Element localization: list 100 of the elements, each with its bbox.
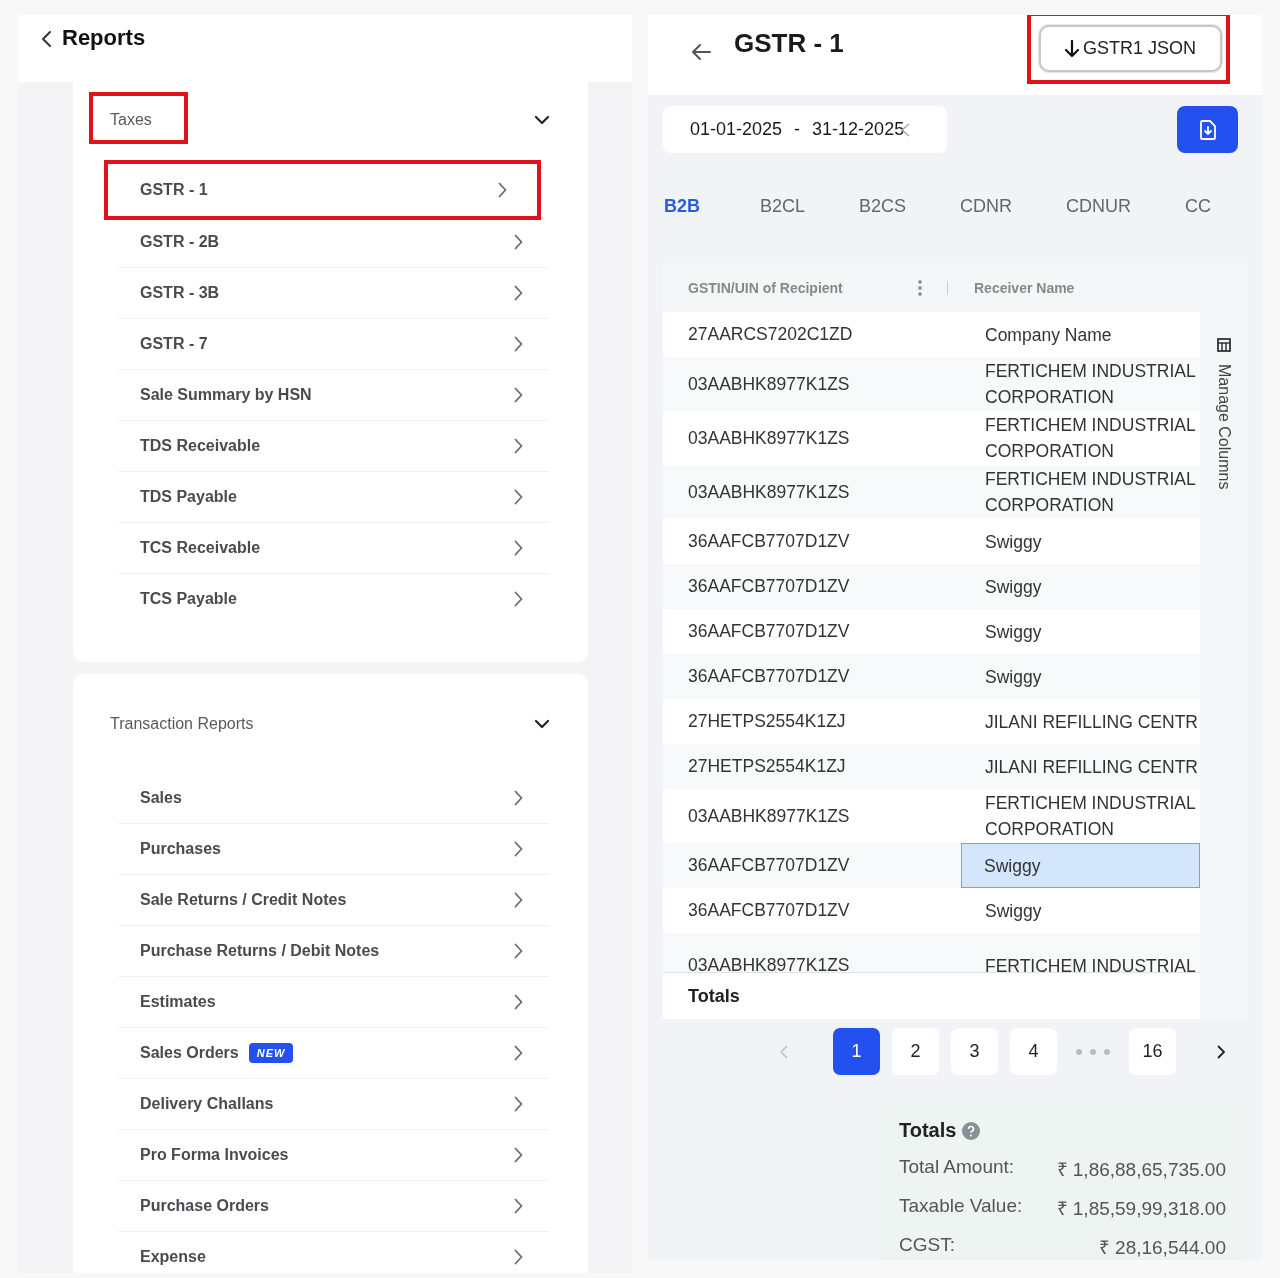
table-cell[interactable]: FERTICHEM INDUSTRIAL CORPORATION xyxy=(961,465,1200,519)
download-json-button[interactable]: GSTR1 JSON xyxy=(1038,25,1222,72)
table-cell[interactable]: FERTICHEM INDUSTRIAL CORPORATION xyxy=(961,789,1200,843)
help-icon[interactable] xyxy=(962,1121,981,1140)
table-cell[interactable]: Swiggy xyxy=(961,654,1200,699)
table-cell[interactable]: FERTICHEM INDUSTRIAL xyxy=(961,939,1200,972)
report-item[interactable]: GSTR - 3B xyxy=(118,268,549,319)
page-button[interactable]: 4 xyxy=(1010,1028,1057,1075)
table-cell-text: 36AAFCB7707D1ZV xyxy=(687,531,851,552)
table-cell-text: 36AAFCB7707D1ZV xyxy=(687,576,851,597)
totals-label: Totals xyxy=(688,985,740,1007)
table-cell-text: 36AAFCB7707D1ZV xyxy=(687,855,851,876)
page-button[interactable]: 16 xyxy=(1129,1028,1176,1075)
chevron-right-icon xyxy=(514,943,523,959)
chevron-right-icon xyxy=(514,336,523,352)
chevron-right-icon xyxy=(514,1096,523,1112)
table-cell[interactable]: FERTICHEM INDUSTRIAL CORPORATION xyxy=(961,411,1200,465)
tab[interactable]: B2B xyxy=(664,196,700,217)
report-item[interactable]: Sale Returns / Credit Notes xyxy=(118,875,549,926)
table-cell[interactable]: FERTICHEM INDUSTRIAL CORPORATION xyxy=(961,357,1200,411)
total-label: Taxable Value: xyxy=(899,1195,1023,1218)
table-cell-text: 03AABHK8977K1ZS xyxy=(687,955,851,972)
chevron-right-icon xyxy=(514,234,523,250)
report-item[interactable]: Purchase Orders xyxy=(118,1181,549,1232)
report-item[interactable]: Purchases xyxy=(118,824,549,875)
chevron-right-icon xyxy=(514,1198,523,1214)
tab[interactable]: B2CL xyxy=(760,196,806,217)
next-page-icon[interactable] xyxy=(1216,1043,1226,1060)
column-header: Receiver Name xyxy=(974,279,1075,296)
table-cell-text: 36AAFCB7707D1ZV xyxy=(687,666,851,687)
report-item[interactable]: Estimates xyxy=(118,977,549,1028)
report-item[interactable]: GSTR - 1 xyxy=(104,160,541,220)
tab[interactable]: CC xyxy=(1185,196,1212,217)
date-range-field[interactable]: 01-01-2025 - 31-12-2025 xyxy=(663,106,947,153)
report-item[interactable]: Pro Forma Invoices xyxy=(118,1130,549,1181)
more-vertical-icon[interactable] xyxy=(918,279,922,296)
totals-title: Totals xyxy=(899,1119,957,1142)
tab[interactable]: CDNR xyxy=(960,196,1013,217)
chevron-down-icon[interactable] xyxy=(534,115,550,125)
report-item[interactable]: TCS Receivable xyxy=(118,523,549,574)
total-label: Total Amount: xyxy=(899,1156,1015,1179)
back-arrow-icon[interactable] xyxy=(690,43,712,61)
chevron-down-icon[interactable] xyxy=(534,719,550,729)
report-item[interactable]: TCS Payable xyxy=(118,574,549,624)
table-cell-text: 03AABHK8977K1ZS xyxy=(687,373,851,395)
section-title[interactable]: Taxes xyxy=(110,111,152,129)
chevron-right-icon xyxy=(514,285,523,301)
total-value: ₹ 1,86,88,65,735.00 xyxy=(1056,1158,1226,1182)
chevron-right-icon xyxy=(514,1045,523,1061)
chevron-right-icon xyxy=(498,182,507,198)
tab[interactable]: B2CS xyxy=(859,196,907,217)
table-cell-text: 36AAFCB7707D1ZV xyxy=(687,621,851,642)
report-item[interactable]: Sale Summary by HSN xyxy=(118,370,549,421)
table-cell-text: 27AARCS7202C1ZD xyxy=(687,324,854,345)
report-item[interactable]: Purchase Returns / Debit Notes xyxy=(118,926,549,977)
table-cell[interactable]: Swiggy xyxy=(961,888,1200,933)
total-value: ₹ 28,16,544.00 xyxy=(1098,1236,1226,1260)
export-button[interactable] xyxy=(1177,106,1238,153)
section-title[interactable]: Transaction Reports xyxy=(110,715,254,733)
table-cell[interactable]: JILANI REFILLING CENTR xyxy=(961,699,1200,744)
chevron-right-icon xyxy=(514,489,523,505)
report-item[interactable]: Sales Orders NEW xyxy=(118,1028,549,1079)
report-item[interactable]: GSTR - 2B xyxy=(118,217,549,268)
page-button[interactable]: 3 xyxy=(951,1028,998,1075)
page-title: GSTR - 1 xyxy=(734,29,844,57)
column-header: GSTIN/UIN of Recipient xyxy=(688,279,844,296)
chevron-right-icon xyxy=(514,1249,523,1265)
table-cell[interactable]: Swiggy xyxy=(961,519,1200,564)
report-item[interactable]: Expense xyxy=(118,1232,549,1273)
chevron-right-icon xyxy=(514,540,523,556)
table-cell[interactable]: Swiggy xyxy=(961,609,1200,654)
page-button[interactable]: 2 xyxy=(892,1028,939,1075)
chevron-right-icon xyxy=(514,387,523,403)
table-cell[interactable]: Swiggy xyxy=(961,564,1200,609)
chevron-right-icon xyxy=(514,438,523,454)
table-cell[interactable]: Company Name xyxy=(961,312,1200,357)
report-item[interactable]: TDS Receivable xyxy=(118,421,549,472)
report-item[interactable]: Sales xyxy=(118,773,549,824)
chevron-right-icon xyxy=(514,892,523,908)
page-button[interactable]: 1 xyxy=(833,1028,880,1075)
columns-icon xyxy=(1217,338,1231,352)
table-cell-text: 36AAFCB7707D1ZV xyxy=(687,900,851,921)
new-badge: NEW xyxy=(248,1043,294,1063)
table-cell[interactable]: Swiggy xyxy=(961,843,1200,888)
tab[interactable]: CDNUR xyxy=(1066,196,1132,217)
report-item[interactable]: GSTR - 7 xyxy=(118,319,549,370)
total-value: ₹ 1,85,59,99,318.00 xyxy=(1056,1197,1226,1221)
table-cell-text: 03AABHK8977K1ZS xyxy=(687,427,851,449)
page-title: Reports xyxy=(62,25,146,51)
file-download-icon xyxy=(1199,119,1216,140)
report-item[interactable]: Delivery Challans xyxy=(118,1079,549,1130)
table-cell-text: 03AABHK8977K1ZS xyxy=(687,805,851,827)
table-cell[interactable]: JILANI REFILLING CENTR xyxy=(961,744,1200,789)
table-cell-text: 03AABHK8977K1ZS xyxy=(687,481,851,503)
download-arrow-icon xyxy=(1064,39,1079,58)
report-item[interactable]: TDS Payable xyxy=(118,472,549,523)
chevron-right-icon xyxy=(514,790,523,806)
chevron-right-icon xyxy=(514,841,523,857)
chevron-right-icon xyxy=(514,1147,523,1163)
back-icon[interactable] xyxy=(40,30,52,48)
